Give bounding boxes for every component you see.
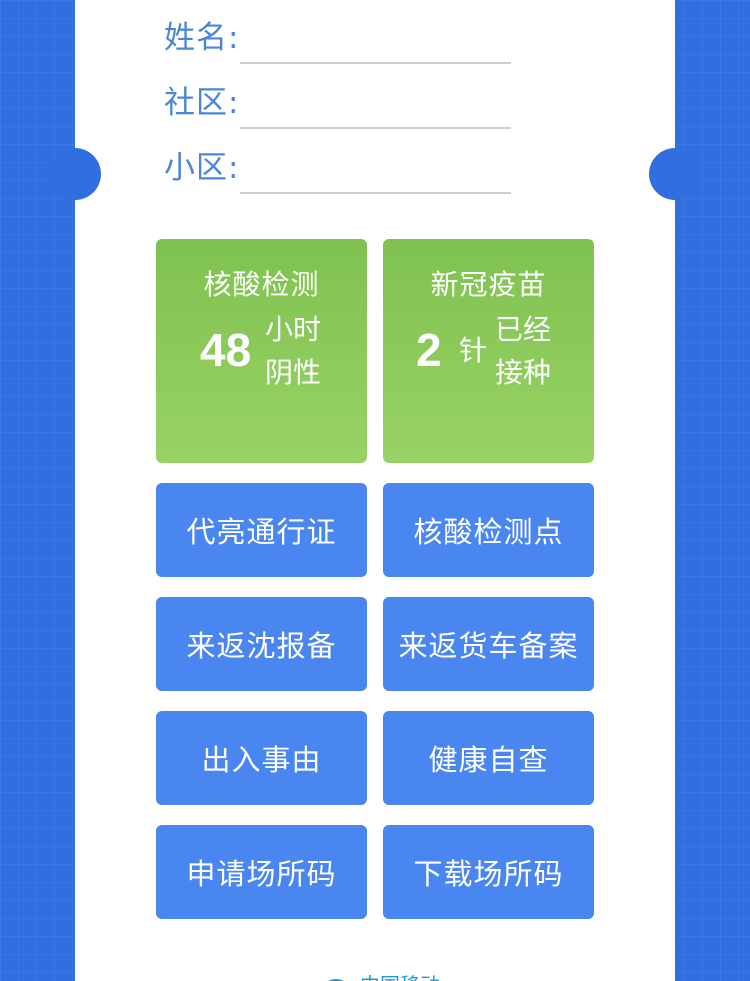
vaccine-dose-unit: 针: [459, 334, 488, 367]
vaccine-title: 新冠疫苗: [430, 268, 547, 301]
return-report-button[interactable]: 来返沈报备: [156, 597, 367, 691]
card-notch-left: [49, 148, 101, 200]
china-mobile-logo-icon: [328, 979, 344, 981]
nucleic-hours-unit: 小时: [265, 313, 322, 346]
apply-venue-code-button[interactable]: 申请场所码: [156, 825, 367, 919]
nucleic-test-card: 核酸检测 48 小时 阴性: [156, 239, 367, 463]
nucleic-hours-value: 48: [200, 324, 252, 376]
name-label: 姓名:: [164, 20, 240, 56]
footer-brand-text: 中国移动: [360, 969, 440, 981]
compound-label: 小区:: [164, 150, 240, 186]
card-notch-right: [649, 148, 701, 200]
download-venue-code-button[interactable]: 下载场所码: [383, 825, 594, 919]
compound-row: 小区:: [164, 134, 524, 194]
vaccine-result-line1: 已经: [495, 313, 552, 346]
pass-button[interactable]: 代亮通行证: [156, 483, 367, 577]
exit-reason-button[interactable]: 出入事由: [156, 711, 367, 805]
truck-record-button[interactable]: 来返货车备案: [383, 597, 594, 691]
compound-field[interactable]: [240, 192, 511, 194]
community-field[interactable]: [240, 127, 511, 129]
vaccine-dose-value: 2: [416, 324, 442, 376]
nucleic-result: 阴性: [265, 356, 322, 389]
vaccine-result-line2: 接种: [495, 356, 552, 389]
nucleic-title: 核酸检测: [203, 268, 320, 301]
community-label: 社区:: [164, 85, 240, 121]
name-field[interactable]: [240, 62, 511, 64]
health-check-button[interactable]: 健康自查: [383, 711, 594, 805]
name-row: 姓名:: [164, 4, 524, 64]
footer-brand: 中国移动: [320, 968, 440, 981]
test-site-button[interactable]: 核酸检测点: [383, 483, 594, 577]
vaccine-card: 新冠疫苗 2 针 已经 接种: [383, 239, 594, 463]
community-row: 社区:: [164, 69, 524, 129]
